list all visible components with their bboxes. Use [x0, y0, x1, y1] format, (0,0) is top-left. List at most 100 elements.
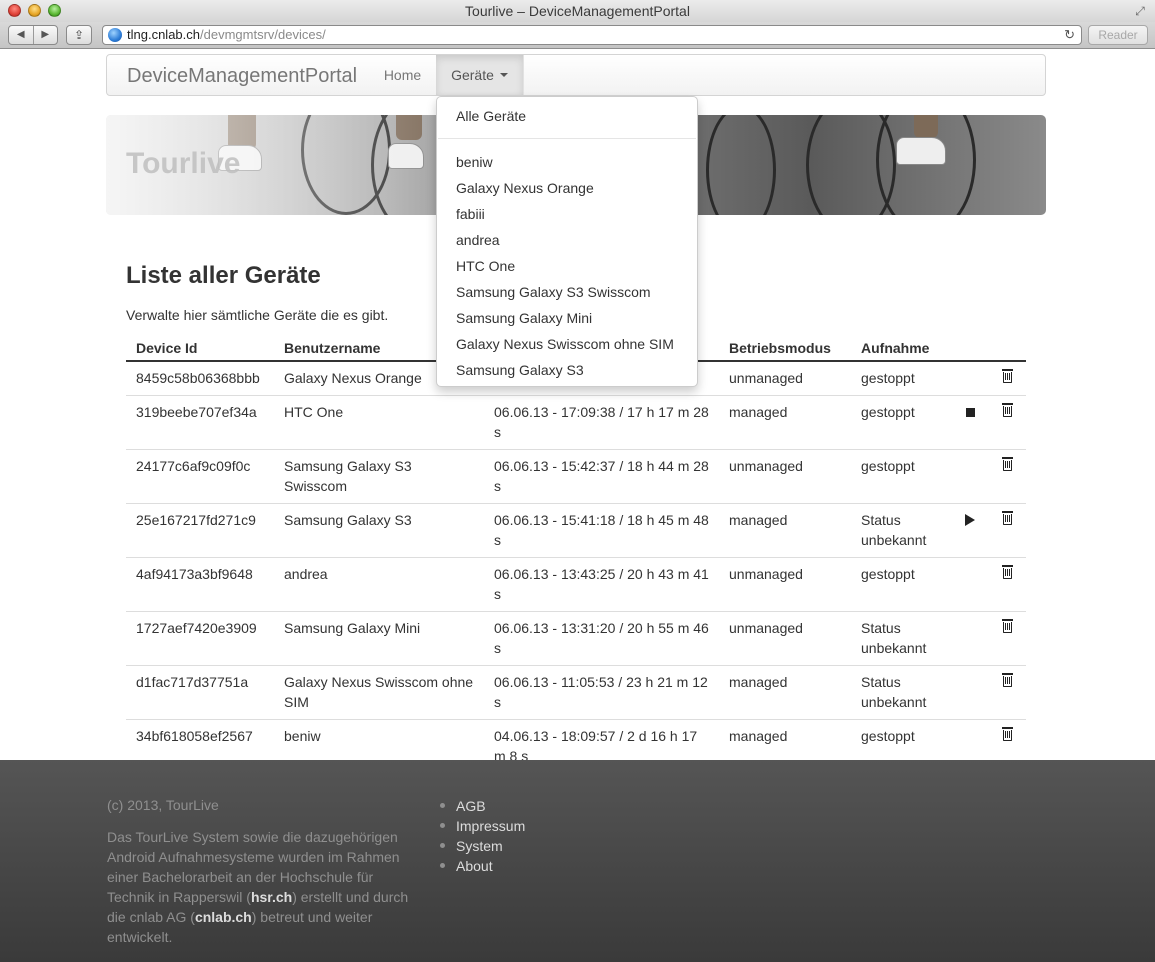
- url-path: /devmgmtsrv/devices/: [200, 27, 326, 42]
- brand-link[interactable]: DeviceManagementPortal: [127, 55, 357, 97]
- trash-icon[interactable]: [1002, 727, 1013, 741]
- window-title: Tourlive – DeviceManagementPortal: [465, 3, 690, 19]
- footer-links: AGB Impressum System About: [440, 796, 525, 876]
- dropdown-divider: [438, 138, 696, 139]
- action-cell: [951, 395, 989, 450]
- rider-leg: [914, 115, 938, 138]
- forward-button[interactable]: ▶: [34, 26, 58, 44]
- page-footer: (c) 2013, TourLive Das TourLive System s…: [0, 760, 1155, 962]
- mode-cell: unmanaged: [719, 611, 851, 666]
- trash-icon[interactable]: [1002, 403, 1013, 417]
- mode-cell: managed: [719, 503, 851, 558]
- stop-recording-icon[interactable]: [965, 408, 975, 417]
- dropdown-item-device[interactable]: Galaxy Nexus Orange: [437, 175, 697, 201]
- username-cell: HTC One: [274, 395, 484, 450]
- dropdown-item-device[interactable]: HTC One: [437, 253, 697, 279]
- timestamp-cell: 06.06.13 - 15:41:18 / 18 h 45 m 48 s: [484, 503, 719, 558]
- close-window-button[interactable]: [8, 4, 21, 17]
- timestamp-cell: 06.06.13 - 17:09:38 / 17 h 17 m 28 s: [484, 395, 719, 450]
- timestamp-cell: 06.06.13 - 13:31:20 / 20 h 55 m 46 s: [484, 611, 719, 666]
- start-recording-icon[interactable]: [965, 514, 975, 526]
- table-row: 319beebe707ef34a HTC One 06.06.13 - 17:09:…: [126, 395, 1026, 450]
- recording-status-cell: gestoppt: [851, 449, 951, 504]
- trash-icon[interactable]: [1002, 619, 1013, 633]
- table-row: d1fac717d37751a Galaxy Nexus Swisscom ohn…: [126, 665, 1026, 720]
- reload-icon[interactable]: ↻: [1064, 26, 1075, 44]
- table-row: 1727aef7420e3909 Samsung Galaxy Mini 06.06…: [126, 611, 1026, 666]
- trash-icon[interactable]: [1002, 511, 1013, 525]
- trash-icon[interactable]: [1002, 369, 1013, 383]
- timestamp-cell: 06.06.13 - 13:43:25 / 20 h 43 m 41 s: [484, 557, 719, 612]
- dropdown-item-all-devices[interactable]: Alle Geräte: [437, 103, 697, 129]
- address-bar[interactable]: tlng.cnlab.ch/devmgmtsrv/devices/ ↻: [102, 25, 1082, 45]
- nav-home-label: Home: [383, 67, 422, 83]
- trash-icon[interactable]: [1002, 673, 1013, 687]
- header-device-id: Device Id: [126, 337, 274, 362]
- trash-icon[interactable]: [1002, 457, 1013, 471]
- username-cell: Galaxy Nexus Swisscom ohne SIM: [274, 665, 484, 720]
- device-id-cell: 319beebe707ef34a: [126, 395, 274, 450]
- browser-toolbar: ◀ ▶ ⇪ tlng.cnlab.ch/devmgmtsrv/devices/ …: [0, 22, 1155, 49]
- table-row: 24177c6af9c09f0c Samsung Galaxy S3 Swissc…: [126, 449, 1026, 504]
- dropdown-item-device[interactable]: Samsung Galaxy S3 Swisscom: [437, 279, 697, 305]
- mode-cell: managed: [719, 665, 851, 720]
- header-mode: Betriebsmodus: [719, 337, 851, 362]
- device-id-cell: 4af94173a3bf9648: [126, 557, 274, 612]
- nav-home[interactable]: Home: [370, 55, 435, 95]
- nav-divider: [523, 55, 524, 95]
- dropdown-item-device[interactable]: beniw: [437, 149, 697, 175]
- device-id-cell: 25e167217fd271c9: [126, 503, 274, 558]
- device-id-cell: 24177c6af9c09f0c: [126, 449, 274, 504]
- username-cell: Samsung Galaxy S3: [274, 503, 484, 558]
- back-button[interactable]: ◀: [9, 26, 34, 44]
- delete-cell: [989, 557, 1026, 612]
- zoom-window-button[interactable]: [48, 4, 61, 17]
- delete-cell: [989, 449, 1026, 504]
- reader-button[interactable]: Reader: [1088, 25, 1148, 45]
- footer-link-hsr[interactable]: hsr.ch: [251, 889, 292, 905]
- recording-status-cell: gestoppt: [851, 395, 951, 450]
- delete-cell: [989, 665, 1026, 720]
- recording-status-cell: gestoppt: [861, 370, 915, 386]
- dropdown-item-device[interactable]: Samsung Galaxy Mini: [437, 305, 697, 331]
- header-action: [951, 337, 989, 362]
- table-body: 8459c58b06368bbb Galaxy Nexus Orange unman…: [126, 361, 1026, 827]
- nav-devices-label: Geräte: [451, 67, 494, 83]
- footer-link-about[interactable]: About: [440, 856, 525, 876]
- recording-status-cell: Status unbekannt: [851, 611, 951, 666]
- page-title: Liste aller Geräte: [126, 262, 321, 289]
- rider-shoe: [896, 137, 946, 165]
- dropdown-item-device[interactable]: andrea: [437, 227, 697, 253]
- devices-table: Device Id Benutzername Betriebsmodus Auf…: [126, 337, 1026, 827]
- footer-link-impressum[interactable]: Impressum: [440, 816, 525, 836]
- dropdown-item-device[interactable]: Samsung Galaxy S3: [437, 357, 697, 383]
- device-id-cell: 1727aef7420e3909: [126, 611, 274, 666]
- action-cell: [951, 449, 989, 504]
- action-cell: [951, 361, 989, 396]
- bike-wheel: [706, 115, 776, 215]
- device-id-cell: d1fac717d37751a: [126, 665, 274, 720]
- table-row: 4af94173a3bf9648 andrea 06.06.13 - 13:43:2…: [126, 557, 1026, 612]
- dropdown-item-device[interactable]: Galaxy Nexus Swisscom ohne SIM: [437, 331, 697, 357]
- table-row: 25e167217fd271c9 Samsung Galaxy S3 06.06.1…: [126, 503, 1026, 558]
- trash-icon[interactable]: [1002, 565, 1013, 579]
- recording-status-cell: Status unbekannt: [851, 665, 951, 720]
- nav-devices-dropdown[interactable]: Geräte: [436, 55, 523, 95]
- dropdown-item-device[interactable]: fabiii: [437, 201, 697, 227]
- minimize-window-button[interactable]: [28, 4, 41, 17]
- page-description: Verwalte hier sämtliche Geräte die es gi…: [126, 307, 389, 323]
- action-cell: [951, 665, 989, 720]
- footer-link-cnlab[interactable]: cnlab.ch: [195, 909, 252, 925]
- devices-dropdown-menu: Alle Geräte beniw Galaxy Nexus Orange fa…: [436, 96, 698, 387]
- action-cell: [951, 611, 989, 666]
- fullscreen-icon[interactable]: ⤢: [1133, 4, 1147, 18]
- timestamp-cell: 06.06.13 - 15:42:37 / 18 h 44 m 28 s: [484, 449, 719, 504]
- history-buttons: ◀ ▶: [8, 25, 58, 45]
- username-cell: andrea: [274, 557, 484, 612]
- footer-link-agb[interactable]: AGB: [440, 796, 525, 816]
- main-navbar: DeviceManagementPortal Home Geräte: [106, 54, 1046, 96]
- share-button[interactable]: ⇪: [66, 25, 92, 45]
- recording-status-cell: gestoppt: [851, 557, 951, 612]
- footer-link-system[interactable]: System: [440, 836, 525, 856]
- mode-cell: managed: [719, 395, 851, 450]
